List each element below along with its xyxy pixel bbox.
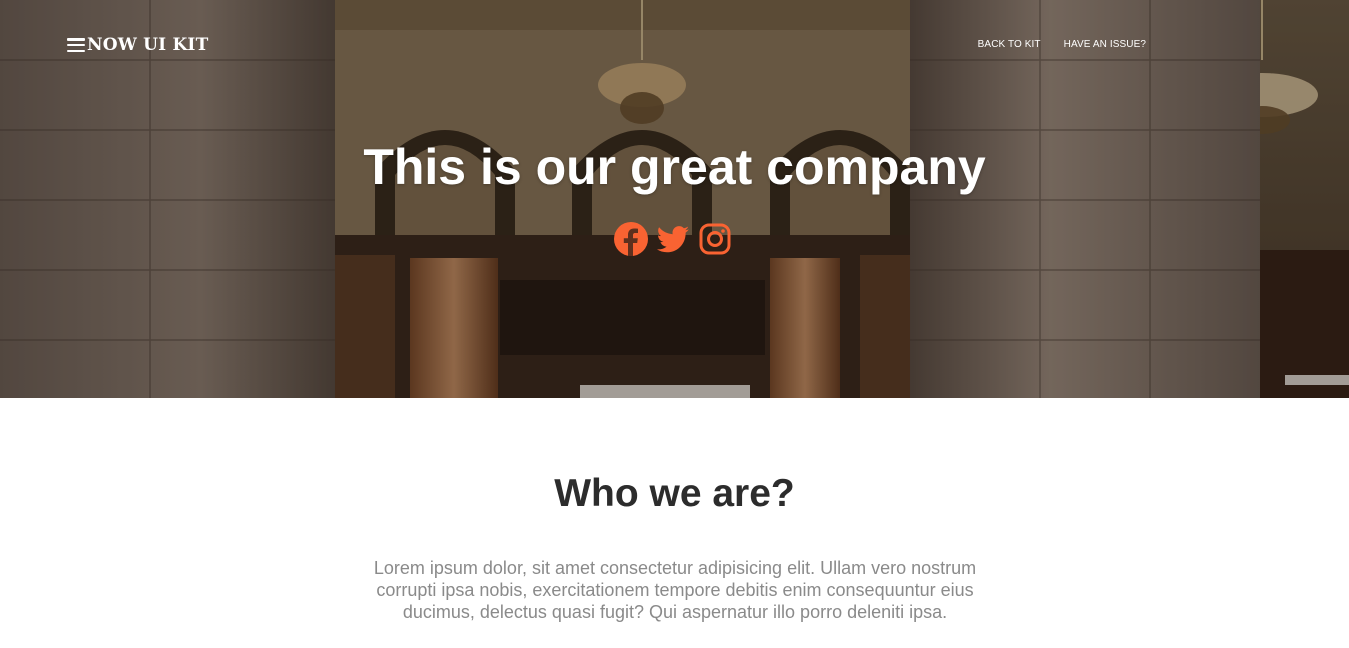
hamburger-menu-icon[interactable]: [67, 38, 85, 52]
instagram-icon[interactable]: [698, 222, 732, 256]
nav-link-back-to-kit[interactable]: BACK TO KIT: [978, 39, 1041, 50]
navbar: NOW UI KIT BACK TO KIT HAVE AN ISSUE?: [0, 0, 1349, 90]
brand-label: NOW UI KIT: [87, 35, 209, 55]
section-title: Who we are?: [554, 472, 795, 515]
twitter-icon[interactable]: [656, 222, 690, 256]
social-links: [614, 222, 732, 256]
nav-link-have-an-issue[interactable]: HAVE AN ISSUE?: [1064, 39, 1146, 50]
hero-title: This is our great company: [363, 139, 986, 195]
section-description: Lorem ipsum dolor, sit amet consectetur …: [373, 558, 977, 622]
facebook-icon[interactable]: [614, 222, 648, 256]
hero-section: NOW UI KIT BACK TO KIT HAVE AN ISSUE? Th…: [0, 0, 1349, 398]
navbar-brand[interactable]: NOW UI KIT: [67, 34, 208, 56]
nav-links: BACK TO KIT HAVE AN ISSUE?: [978, 39, 1146, 50]
